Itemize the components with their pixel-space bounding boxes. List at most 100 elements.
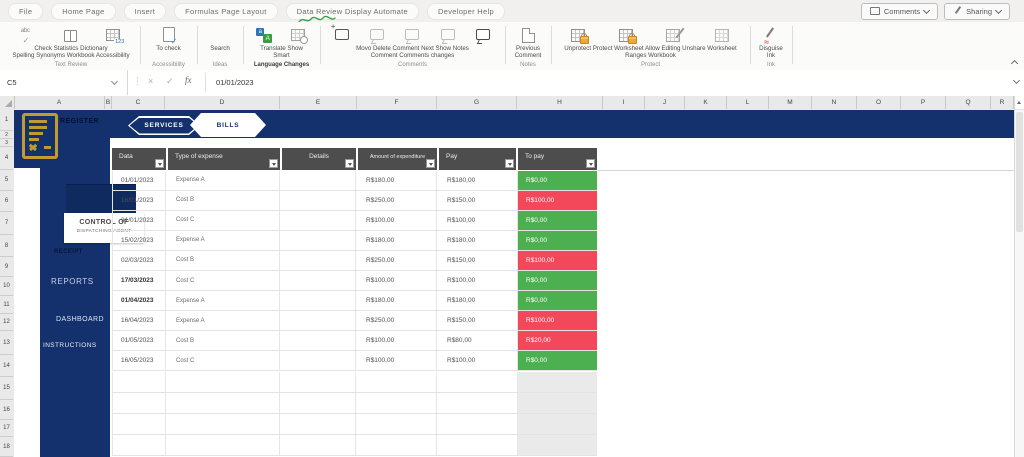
row-header-2[interactable]: 2 <box>0 131 13 139</box>
cell[interactable]: R$80,00 <box>437 331 518 350</box>
cell[interactable] <box>356 393 437 413</box>
cell[interactable] <box>518 393 597 413</box>
filter-button[interactable] <box>155 159 164 168</box>
row-header-1[interactable]: 1 <box>0 110 13 131</box>
cell[interactable]: 02/03/2023 <box>112 251 166 270</box>
doc-check-icon[interactable] <box>161 27 177 43</box>
enter-icon[interactable]: ✓ <box>166 76 174 87</box>
column-header-B[interactable]: B <box>105 96 112 109</box>
column-header-J[interactable]: J <box>645 96 685 109</box>
cell[interactable]: R$0,00 <box>518 271 597 290</box>
cell[interactable]: R$100,00 <box>518 191 597 210</box>
row-header-11[interactable]: 11 <box>0 296 13 314</box>
row-header-7[interactable]: 7 <box>0 212 13 235</box>
scroll-up-icon[interactable] <box>1015 96 1024 110</box>
cell[interactable] <box>518 435 597 455</box>
cell[interactable]: R$180,00 <box>437 171 518 190</box>
sidebar-item-instructions[interactable]: INSTRUCTIONS <box>43 342 97 349</box>
column-header-H[interactable]: H <box>517 96 603 109</box>
cell[interactable]: R$0,00 <box>518 351 597 370</box>
bubble-show-icon[interactable] <box>475 27 491 43</box>
cell[interactable]: 01/04/2023 <box>112 291 166 310</box>
cell[interactable] <box>280 372 356 392</box>
cell[interactable]: R$20,00 <box>518 331 597 350</box>
row-header-6[interactable]: 6 <box>0 191 13 212</box>
column-header-L[interactable]: L <box>727 96 769 109</box>
cell[interactable]: R$100,00 <box>356 211 437 230</box>
workbook-stats-icon[interactable] <box>106 27 122 43</box>
cancel-icon[interactable]: × <box>148 76 153 86</box>
select-all-button[interactable] <box>0 96 15 109</box>
cell[interactable]: R$180,00 <box>356 231 437 250</box>
cell[interactable] <box>280 231 356 250</box>
cell[interactable]: R$180,00 <box>356 171 437 190</box>
cell[interactable]: Expense A <box>166 171 280 190</box>
filter-button[interactable] <box>269 159 278 168</box>
cell[interactable] <box>437 414 518 434</box>
column-header-G[interactable]: G <box>437 96 517 109</box>
bubble-icon[interactable] <box>369 27 385 43</box>
cell[interactable] <box>280 351 356 370</box>
row-header-12[interactable]: 12 <box>0 314 13 331</box>
cell[interactable] <box>280 191 356 210</box>
row-header-3[interactable]: 3 <box>0 139 13 147</box>
row-header-10[interactable]: 10 <box>0 277 13 296</box>
row-header-15[interactable]: 15 <box>0 377 13 400</box>
vertical-scrollbar[interactable] <box>1014 96 1024 457</box>
translate-icon[interactable] <box>256 27 272 43</box>
name-box[interactable]: C5 <box>0 70 128 95</box>
row-header-17[interactable]: 17 <box>0 420 13 437</box>
grid-lock-icon[interactable] <box>619 27 635 43</box>
filter-button[interactable] <box>426 159 435 168</box>
ribbon-tab-formulas-page-layout[interactable]: Formulas Page Layout <box>174 3 277 20</box>
cell[interactable]: R$250,00 <box>356 251 437 270</box>
cell[interactable] <box>166 372 280 392</box>
bubble-icon[interactable] <box>440 27 456 43</box>
tab-services[interactable]: SERVICES <box>128 116 200 135</box>
expand-formula-bar-icon[interactable] <box>1013 77 1020 84</box>
cell[interactable]: Cost B <box>166 191 280 210</box>
grid-lock-icon[interactable] <box>571 27 587 43</box>
table-header-to-pay[interactable]: To pay <box>518 148 597 170</box>
column-header-E[interactable]: E <box>280 96 357 109</box>
row-header-16[interactable]: 16 <box>0 400 13 420</box>
cell[interactable]: R$100,00 <box>437 271 518 290</box>
column-header-D[interactable]: D <box>165 96 280 109</box>
filter-button[interactable] <box>345 159 354 168</box>
sharing-button[interactable]: Sharing <box>944 3 1010 20</box>
cell[interactable]: R$180,00 <box>437 231 518 250</box>
column-header-A[interactable]: A <box>14 96 105 109</box>
column-header-F[interactable]: F <box>357 96 437 109</box>
cell[interactable]: R$150,00 <box>437 311 518 330</box>
row-header-9[interactable]: 9 <box>0 257 13 277</box>
cell[interactable]: R$0,00 <box>518 231 597 250</box>
cell[interactable] <box>166 393 280 413</box>
cell[interactable] <box>518 372 597 392</box>
cell[interactable] <box>280 291 356 310</box>
ink-pen-icon[interactable] <box>763 27 779 43</box>
row-header-13[interactable]: 13 <box>0 331 13 355</box>
cell[interactable] <box>280 211 356 230</box>
cell[interactable] <box>166 435 280 455</box>
cell[interactable]: 01/05/2023 <box>112 331 166 350</box>
cell[interactable] <box>518 414 597 434</box>
cell[interactable]: Expense A <box>166 231 280 250</box>
cell[interactable]: Cost B <box>166 251 280 270</box>
formula-input[interactable]: 01/01/2023 <box>216 70 254 95</box>
cell[interactable]: 16/01/2023 <box>112 191 166 210</box>
column-header-P[interactable]: P <box>901 96 946 109</box>
comments-button[interactable]: Comments <box>861 3 938 20</box>
cell[interactable] <box>112 393 166 413</box>
table-header-pay[interactable]: Pay <box>439 148 516 170</box>
cell[interactable]: Expense A <box>166 291 280 310</box>
row-header-4[interactable]: 4 <box>0 147 13 170</box>
cell[interactable] <box>280 331 356 350</box>
cell[interactable] <box>356 435 437 455</box>
cell[interactable] <box>112 435 166 455</box>
cell[interactable]: R$180,00 <box>356 291 437 310</box>
cell[interactable] <box>166 414 280 434</box>
cell[interactable]: Expense A <box>166 311 280 330</box>
insert-function-icon[interactable]: fx <box>185 75 192 85</box>
cell[interactable]: R$180,00 <box>437 291 518 310</box>
cell[interactable] <box>437 435 518 455</box>
